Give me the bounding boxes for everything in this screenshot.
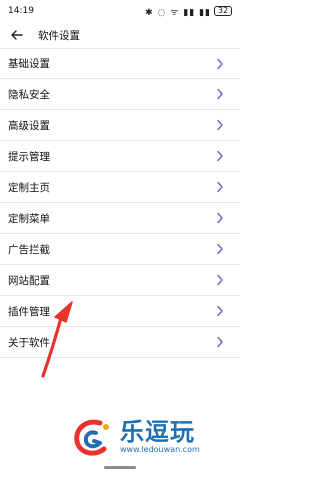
status-bar: 14:19 ✱ ◌ ᯤ ▮▮ ▮▮ 32: [0, 0, 240, 22]
ledouwan-logo-icon: [74, 419, 109, 456]
menu-item-ad-blocking[interactable]: 广告拦截: [0, 234, 240, 265]
menu-item-privacy-security[interactable]: 隐私安全: [0, 79, 240, 110]
status-time: 14:19: [8, 6, 34, 16]
chevron-right-icon: [217, 274, 223, 286]
chevron-right-icon: [217, 58, 223, 69]
menu-item-label: 提示管理: [8, 150, 50, 163]
chevron-right-icon: [217, 212, 223, 224]
status-icons: ✱ ◌ ᯤ ▮▮ ▮▮: [145, 7, 211, 18]
menu-item-plugin-management[interactable]: 插件管理: [0, 296, 240, 327]
battery-icon: 32: [214, 6, 232, 16]
chevron-right-icon: [217, 181, 223, 193]
menu-item-notification-management[interactable]: 提示管理: [0, 141, 240, 172]
page-title: 软件设置: [38, 29, 80, 42]
settings-menu: 基础设置 隐私安全 高级设置 提示管理 定制主页 定制菜单 广告拦截 网站配置 …: [0, 48, 240, 358]
menu-item-label: 基础设置: [8, 58, 50, 70]
home-indicator[interactable]: [104, 466, 136, 469]
menu-item-basic-settings[interactable]: 基础设置: [0, 48, 240, 79]
chevron-right-icon: [217, 336, 223, 348]
chevron-right-icon: [217, 305, 223, 317]
menu-item-label: 关于软件: [8, 336, 50, 349]
watermark: 乐逗玩 www.ledouwan.com: [70, 412, 230, 462]
chevron-right-icon: [217, 150, 223, 162]
menu-item-label: 隐私安全: [8, 88, 50, 101]
menu-item-label: 定制菜单: [8, 212, 50, 225]
chevron-right-icon: [217, 88, 223, 100]
menu-item-advanced-settings[interactable]: 高级设置: [0, 110, 240, 141]
chevron-right-icon: [217, 243, 223, 255]
menu-item-label: 定制主页: [8, 181, 50, 194]
menu-item-about-software[interactable]: 关于软件: [0, 327, 240, 358]
menu-item-label: 网站配置: [8, 274, 50, 287]
menu-item-label: 高级设置: [8, 119, 50, 132]
watermark-url: www.ledouwan.com: [120, 445, 200, 454]
status-icons-group: ✱ ◌ ᯤ ▮▮ ▮▮ 32: [145, 5, 232, 18]
app-bar: 软件设置: [0, 22, 240, 48]
menu-item-label: 插件管理: [8, 305, 50, 318]
back-arrow-icon[interactable]: [8, 26, 26, 44]
watermark-name: 乐逗玩: [120, 417, 195, 446]
chevron-right-icon: [217, 119, 223, 131]
menu-item-website-config[interactable]: 网站配置: [0, 265, 240, 296]
menu-item-label: 广告拦截: [8, 243, 50, 256]
menu-item-custom-menu[interactable]: 定制菜单: [0, 203, 240, 234]
menu-item-custom-homepage[interactable]: 定制主页: [0, 172, 240, 203]
